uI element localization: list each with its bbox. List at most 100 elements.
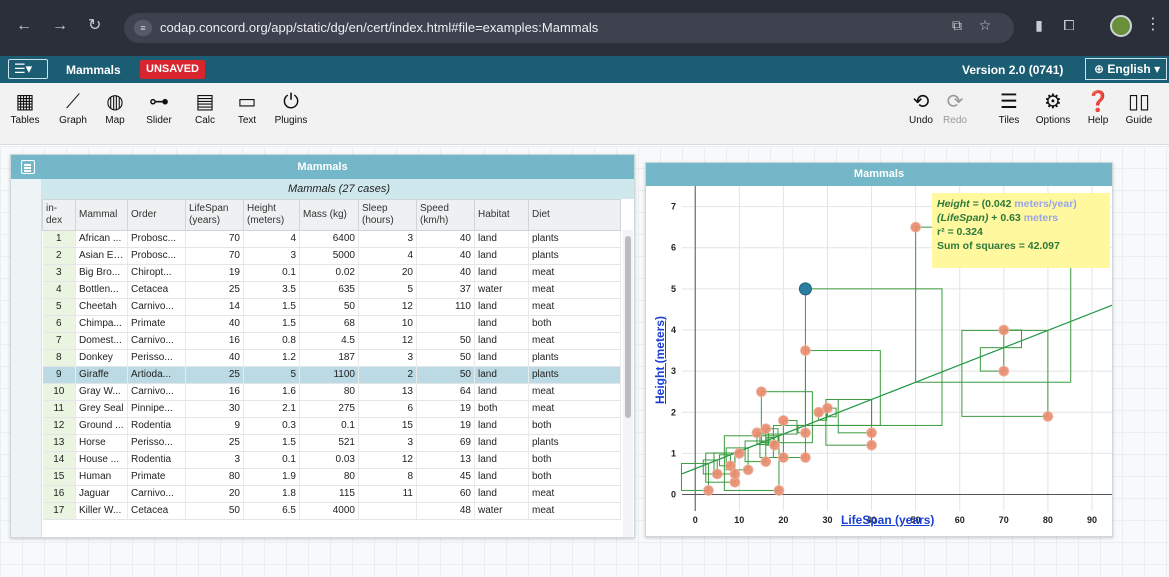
row-index-cell[interactable]: 14 (42, 451, 76, 469)
row-index-cell[interactable]: 10 (42, 383, 76, 401)
table-cell[interactable]: both (528, 315, 621, 333)
table-cell[interactable]: Primate (127, 315, 186, 333)
slider-button[interactable]: ⊶ Slider (142, 89, 176, 126)
table-cell[interactable]: 40 (416, 264, 475, 282)
table-cell[interactable]: Perisso... (127, 434, 186, 452)
table-cell[interactable]: 6400 (299, 230, 359, 248)
table-row[interactable]: 9 Giraffe Artioda... 25 5 1100 2 50 land plants (42, 366, 621, 384)
bookmark-star-icon[interactable]: ☆ (976, 16, 994, 34)
table-cell[interactable]: 40 (185, 349, 244, 367)
table-cell[interactable]: Carnivo... (127, 485, 186, 503)
column-header[interactable]: Mammal (75, 199, 128, 231)
case-table-tile[interactable]: Mammals Mammals (27 cases) in-dex Mammal O… (10, 154, 635, 538)
table-cell[interactable]: 19 (416, 417, 475, 435)
row-index-cell[interactable]: 13 (42, 434, 76, 452)
row-index-cell[interactable]: 16 (42, 485, 76, 503)
table-cell[interactable]: land (474, 298, 529, 316)
table-cell[interactable]: 2.1 (243, 400, 300, 418)
table-row[interactable]: 15 Human Primate 80 1.9 80 8 45 land both (42, 468, 621, 486)
column-header[interactable]: Diet (528, 199, 621, 231)
table-cell[interactable]: Bottlen... (75, 281, 128, 299)
back-arrow-icon[interactable]: ← (16, 18, 32, 34)
table-scrollbar[interactable] (623, 230, 633, 537)
table-cell[interactable]: Artioda... (127, 366, 186, 384)
table-cell[interactable]: land (474, 383, 529, 401)
install-app-icon[interactable]: ⧉ (948, 16, 966, 34)
column-header[interactable]: Speed (km/h) (416, 199, 475, 231)
table-row[interactable]: 14 House ... Rodentia 3 0.1 0.03 12 13 land both (42, 451, 621, 469)
table-cell[interactable]: both (528, 417, 621, 435)
table-cell[interactable]: 68 (299, 315, 359, 333)
table-cell[interactable]: 4 (358, 247, 417, 265)
table-cell[interactable]: land (474, 485, 529, 503)
options-button[interactable]: ⚙ Options (1030, 89, 1076, 126)
table-cell[interactable]: 3 (243, 247, 300, 265)
hamburger-menu-button[interactable]: ☰▾ (8, 59, 48, 79)
column-header[interactable]: Habitat (474, 199, 529, 231)
table-cell[interactable]: 19 (416, 400, 475, 418)
table-cell[interactable]: 1.2 (243, 349, 300, 367)
row-index-cell[interactable]: 3 (42, 264, 76, 282)
table-cell[interactable]: water (474, 502, 529, 520)
table-cell[interactable]: 3 (358, 434, 417, 452)
table-toggle-icon[interactable] (21, 160, 35, 174)
table-cell[interactable]: 1.5 (243, 315, 300, 333)
help-button[interactable]: ❓ Help (1084, 89, 1112, 126)
graph-button[interactable]: ⟋ Graph (56, 89, 90, 126)
table-cell[interactable]: 48 (416, 502, 475, 520)
table-cell[interactable]: meat (528, 383, 621, 401)
table-cell[interactable]: 50 (416, 349, 475, 367)
table-cell[interactable]: 60 (416, 485, 475, 503)
table-cell[interactable]: 37 (416, 281, 475, 299)
table-cell[interactable]: 521 (299, 434, 359, 452)
table-cell[interactable]: meat (528, 298, 621, 316)
table-cell[interactable]: 275 (299, 400, 359, 418)
table-cell[interactable]: 11 (358, 485, 417, 503)
row-index-cell[interactable]: 9 (42, 366, 76, 384)
table-cell[interactable]: land (474, 451, 529, 469)
table-cell[interactable]: Giraffe (75, 366, 128, 384)
table-row[interactable]: 13 Horse Perisso... 25 1.5 521 3 69 land plants (42, 434, 621, 452)
table-cell[interactable]: Big Bro... (75, 264, 128, 282)
table-cell[interactable]: 6 (358, 400, 417, 418)
table-cell[interactable]: 12 (358, 332, 417, 350)
table-cell[interactable]: 25 (185, 281, 244, 299)
table-cell[interactable]: 15 (358, 417, 417, 435)
table-cell[interactable]: 70 (185, 230, 244, 248)
table-cell[interactable]: land (474, 264, 529, 282)
language-menu[interactable]: ⊕ English ▾ (1085, 58, 1167, 80)
forward-arrow-icon[interactable]: → (52, 18, 68, 34)
text-button[interactable]: ▭ Text (232, 89, 262, 126)
table-cell[interactable]: 12 (358, 298, 417, 316)
table-cell[interactable]: meat (528, 485, 621, 503)
table-cell[interactable]: meat (528, 281, 621, 299)
table-row[interactable]: 8 Donkey Perisso... 40 1.2 187 3 50 land plants (42, 349, 621, 367)
table-cell[interactable]: 5000 (299, 247, 359, 265)
row-index-cell[interactable]: 2 (42, 247, 76, 265)
table-cell[interactable]: 635 (299, 281, 359, 299)
document-title[interactable]: Mammals (66, 63, 121, 77)
browser-menu-icon[interactable]: ⋮ (1145, 14, 1161, 34)
table-cell[interactable]: 25 (185, 366, 244, 384)
table-cell[interactable]: 5 (243, 366, 300, 384)
table-cell[interactable]: 3 (358, 230, 417, 248)
table-cell[interactable]: plants (528, 349, 621, 367)
table-title-bar[interactable]: Mammals (11, 155, 634, 179)
row-index-cell[interactable]: 1 (42, 230, 76, 248)
table-cell[interactable]: Carnivo... (127, 383, 186, 401)
table-row[interactable]: 16 Jaguar Carnivo... 20 1.8 115 11 60 land meat (42, 485, 621, 503)
profile-avatar[interactable] (1110, 15, 1132, 37)
table-cell[interactable]: 3.5 (243, 281, 300, 299)
column-header[interactable]: Order (127, 199, 186, 231)
table-row[interactable]: 12 Ground ... Rodentia 9 0.3 0.1 15 19 land both (42, 417, 621, 435)
table-cell[interactable]: Carnivo... (127, 298, 186, 316)
table-cell[interactable]: meat (528, 502, 621, 520)
column-header[interactable]: LifeSpan (years) (185, 199, 244, 231)
site-settings-icon[interactable]: ≡ (134, 20, 152, 36)
table-cell[interactable]: 187 (299, 349, 359, 367)
table-cell[interactable]: 12 (358, 451, 417, 469)
table-cell[interactable]: Probosc... (127, 230, 186, 248)
table-cell[interactable]: meat (528, 332, 621, 350)
table-cell[interactable]: Cheetah (75, 298, 128, 316)
guide-button[interactable]: ▯▯ Guide (1122, 89, 1156, 126)
